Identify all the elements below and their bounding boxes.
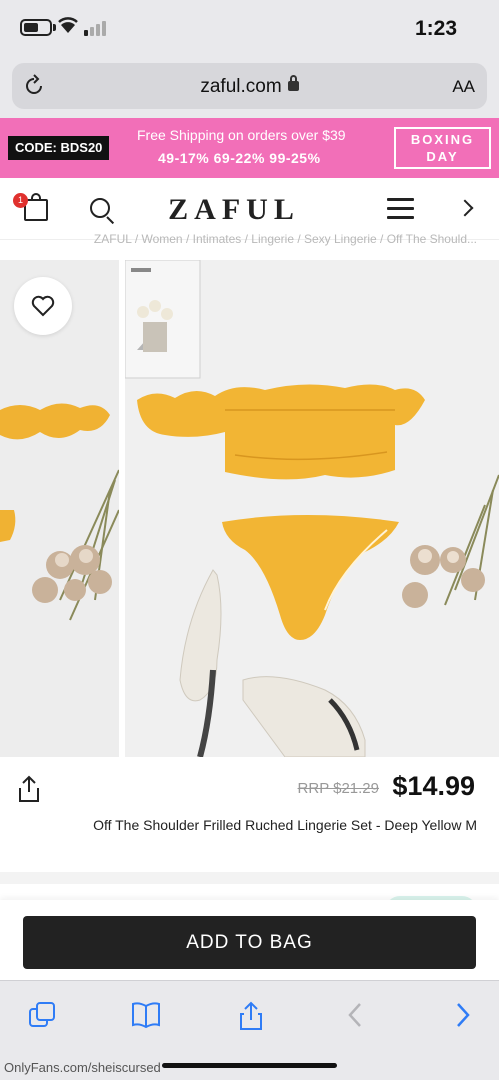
- main-image-art: [125, 260, 499, 757]
- browser-chrome: zaful.com AA: [0, 58, 499, 118]
- share-sheet-icon[interactable]: [238, 1001, 264, 1031]
- url-display[interactable]: zaful.com: [12, 75, 487, 98]
- breadcrumb[interactable]: ZAFUL / Women / Intimates / Lingerie / S…: [0, 232, 499, 246]
- rrp-price: RRP $21.29: [297, 780, 379, 797]
- battery-nub: [53, 24, 56, 31]
- url-text: zaful.com: [200, 76, 282, 97]
- heart-icon: [31, 295, 55, 317]
- product-gallery[interactable]: [0, 257, 499, 759]
- lock-icon: [287, 75, 299, 91]
- home-indicator: [162, 1063, 337, 1068]
- tabs-icon[interactable]: [28, 1001, 56, 1029]
- section-divider: [0, 872, 499, 884]
- promo-shipping-text: Free Shipping on orders over $39: [137, 127, 346, 143]
- promo-discount-tiers: 49-17% 69-22% 99-25%: [158, 150, 321, 166]
- product-title: Off The Shoulder Frilled Ruched Lingerie…: [93, 817, 477, 833]
- sticky-cta: ADD TO BAG: [0, 900, 499, 980]
- watermark-text: OnlyFans.com/sheiscursed: [4, 1060, 161, 1075]
- status-bar: 1:23: [0, 0, 499, 58]
- signal-icon: [84, 21, 106, 36]
- chevron-right-icon[interactable]: [456, 199, 474, 217]
- battery-icon: [20, 19, 52, 36]
- address-bar[interactable]: zaful.com AA: [12, 63, 487, 109]
- wifi-icon: [58, 17, 78, 33]
- promo-code: CODE: BDS20: [8, 136, 110, 160]
- forward-icon[interactable]: [455, 1001, 471, 1029]
- reader-aa-button[interactable]: AA: [452, 77, 475, 97]
- product-image-main[interactable]: [125, 260, 499, 757]
- product-price: $14.99: [392, 771, 475, 801]
- zaful-logo[interactable]: ZAFUL: [168, 193, 300, 227]
- site-header: ZAFUL: [0, 178, 499, 240]
- wishlist-button[interactable]: [14, 277, 72, 335]
- bookmarks-icon[interactable]: [130, 1001, 162, 1029]
- boxing-day-badge: BOXING DAY: [394, 127, 491, 169]
- previous-image-art: [0, 403, 119, 621]
- search-icon[interactable]: [90, 198, 110, 218]
- add-to-bag-button[interactable]: ADD TO BAG: [23, 916, 476, 969]
- share-icon[interactable]: [16, 775, 42, 803]
- back-icon[interactable]: [347, 1001, 363, 1029]
- promo-banner[interactable]: CODE: BDS20 Free Shipping on orders over…: [0, 118, 499, 178]
- product-image-previous[interactable]: [0, 260, 119, 757]
- product-info: RRP $21.29 $14.99 Off The Shoulder Frill…: [0, 759, 499, 872]
- hamburger-menu-icon[interactable]: [387, 198, 414, 219]
- clock: 1:23: [414, 17, 457, 40]
- bag-count-badge: 1: [13, 193, 28, 208]
